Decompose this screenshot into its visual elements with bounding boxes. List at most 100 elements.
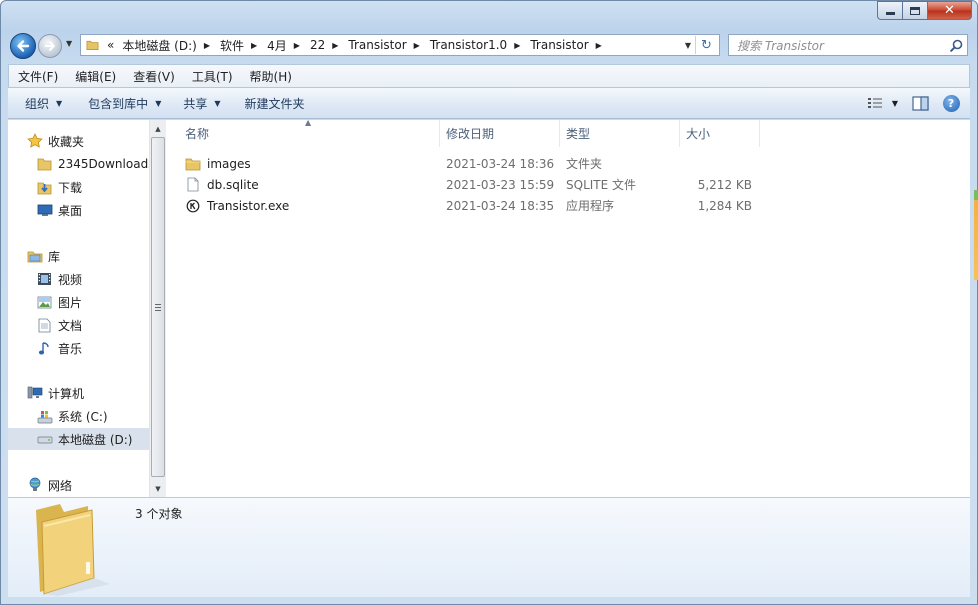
preview-pane-icon [911, 95, 929, 111]
nav-item-pictures[interactable]: 图片 [36, 291, 82, 313]
item-count: 3 个对象 [135, 507, 183, 521]
chevron-down-icon: ▼ [155, 98, 162, 108]
help-icon: ? [942, 94, 960, 112]
chevron-right-icon[interactable]: ▶ [251, 41, 257, 50]
desktop-icon [36, 202, 53, 219]
nav-item-documents[interactable]: 文档 [36, 314, 82, 336]
details-view-icon [867, 98, 882, 108]
search-icon[interactable] [945, 35, 967, 55]
close-icon: ✕ [944, 3, 955, 18]
hard-drive-icon [36, 431, 53, 448]
breadcrumb-item[interactable]: Transistor ▶ [526, 35, 607, 55]
chevron-right-icon[interactable]: ▶ [414, 41, 420, 50]
breadcrumb-item[interactable]: 4月 ▶ [263, 35, 306, 55]
menu-tools[interactable]: 工具(T) [183, 65, 241, 87]
file-type-cell: 文件夹 [566, 157, 603, 171]
nav-item-desktop[interactable]: 桌面 [36, 199, 82, 221]
caption-buttons: ✕ [877, 1, 972, 21]
file-icon [185, 177, 201, 193]
file-modified-cell: 2021-03-24 18:35 [446, 198, 555, 213]
downloads-icon [36, 179, 53, 196]
chevron-right-icon[interactable]: ▶ [294, 41, 300, 50]
forward-button[interactable] [38, 34, 62, 58]
nav-computer[interactable]: 计算机 [26, 382, 84, 404]
nav-libraries[interactable]: 库 [26, 245, 60, 267]
chevron-down-icon: ▼ [56, 98, 63, 108]
nav-item-music[interactable]: 音乐 [36, 337, 82, 359]
recent-pages-dropdown[interactable]: ▼ [66, 39, 72, 48]
nav-favorites[interactable]: 收藏夹 [26, 130, 84, 152]
menu-help[interactable]: 帮助(H) [241, 65, 300, 87]
column-header-size[interactable]: 大小 [680, 120, 760, 147]
breadcrumb-item[interactable]: 软件 ▶ [216, 35, 263, 55]
file-row[interactable]: db.sqlite 2021-03-23 15:59 SQLITE 文件 5,2… [182, 174, 772, 195]
address-bar[interactable]: « 本地磁盘 (D:) ▶ 软件 ▶ 4月 ▶ 22 ▶ Transistor ▶ Tra… [80, 34, 720, 56]
scrollbar-thumb[interactable] [151, 137, 165, 477]
file-size-cell: 5,212 KB [697, 177, 752, 192]
folder-icon [185, 156, 201, 172]
chevron-right-icon[interactable]: ▶ [596, 41, 602, 50]
breadcrumb-item[interactable]: 本地磁盘 (D:) ▶ [118, 35, 216, 55]
nav-item-drive-c[interactable]: 系统 (C:) [36, 405, 108, 427]
chevron-right-icon[interactable]: ▶ [204, 41, 210, 50]
organize-button[interactable]: 组织 ▼ [16, 90, 71, 116]
arrow-left-icon [17, 40, 30, 52]
document-icon [36, 317, 53, 334]
view-controls: ▼ ? [861, 91, 966, 115]
chevron-right-icon[interactable]: ▶ [332, 41, 338, 50]
menu-view[interactable]: 查看(V) [124, 65, 183, 87]
column-header-name[interactable]: 名称 ▲ [166, 118, 440, 147]
new-folder-button[interactable]: 新建文件夹 [236, 90, 314, 116]
address-history-dropdown[interactable]: ▼ [685, 41, 691, 50]
file-size-cell [682, 153, 752, 174]
change-view-button[interactable]: ▼ [861, 91, 904, 115]
nav-item-downloads[interactable]: 下载 [36, 176, 82, 198]
file-name-cell: images [185, 153, 251, 174]
nav-network[interactable]: 网络 [26, 474, 72, 496]
search-input[interactable]: 搜索 Transistor [729, 37, 945, 54]
app-icon [185, 198, 201, 214]
folder-icon [36, 156, 53, 173]
breadcrumb-item[interactable]: 22 ▶ [306, 35, 344, 55]
file-type-cell: SQLITE 文件 [566, 178, 637, 192]
minimize-button[interactable] [877, 1, 903, 20]
file-row[interactable]: images 2021-03-24 18:36 文件夹 [182, 153, 772, 174]
navigation-pane: 收藏夹 2345Downloads 下载 桌面 库 视频 图片 文档 音乐 计算… [8, 120, 149, 497]
maximize-icon [910, 6, 920, 15]
file-row[interactable]: Transistor.exe 2021-03-24 18:35 应用程序 1,2… [182, 195, 772, 216]
large-folder-icon [36, 504, 110, 596]
nav-item-2345downloads[interactable]: 2345Downloads [36, 153, 149, 175]
close-button[interactable]: ✕ [928, 1, 972, 20]
breadcrumb-overflow-chevrons[interactable]: « [103, 38, 118, 52]
chevron-right-icon[interactable]: ▶ [514, 41, 520, 50]
nav-item-drive-d[interactable]: 本地磁盘 (D:) [8, 428, 149, 450]
breadcrumb-item[interactable]: Transistor ▶ [344, 35, 425, 55]
file-name-cell: Transistor.exe [185, 195, 289, 216]
include-in-library-button[interactable]: 包含到库中 ▼ [79, 90, 170, 116]
scroll-down-button[interactable]: ▼ [150, 480, 166, 497]
search-box[interactable]: 搜索 Transistor [728, 34, 968, 56]
share-button[interactable]: 共享 ▼ [174, 90, 229, 116]
arrow-right-icon [44, 41, 55, 51]
column-header-type[interactable]: 类型 [560, 120, 680, 147]
system-drive-icon [36, 408, 53, 425]
video-icon [36, 271, 53, 288]
computer-icon [26, 385, 43, 402]
maximize-button[interactable] [903, 1, 928, 20]
help-button[interactable]: ? [936, 91, 966, 115]
library-icon [26, 248, 43, 265]
nav-item-videos[interactable]: 视频 [36, 268, 82, 290]
network-icon [26, 477, 43, 494]
picture-icon [36, 294, 53, 311]
preview-pane-button[interactable] [904, 91, 936, 115]
navigation-scrollbar[interactable]: ▲ ▼ [149, 120, 166, 497]
menu-bar: 文件(F) 编辑(E) 查看(V) 工具(T) 帮助(H) [8, 64, 970, 88]
menu-edit[interactable]: 编辑(E) [66, 65, 124, 87]
background-edge [974, 200, 978, 280]
scroll-up-button[interactable]: ▲ [150, 120, 166, 137]
back-button[interactable] [10, 33, 36, 59]
breadcrumb-item[interactable]: Transistor1.0 ▶ [426, 35, 527, 55]
column-header-modified[interactable]: 修改日期 [440, 120, 560, 147]
menu-file[interactable]: 文件(F) [9, 65, 66, 87]
refresh-button[interactable]: ↻ [695, 36, 717, 54]
